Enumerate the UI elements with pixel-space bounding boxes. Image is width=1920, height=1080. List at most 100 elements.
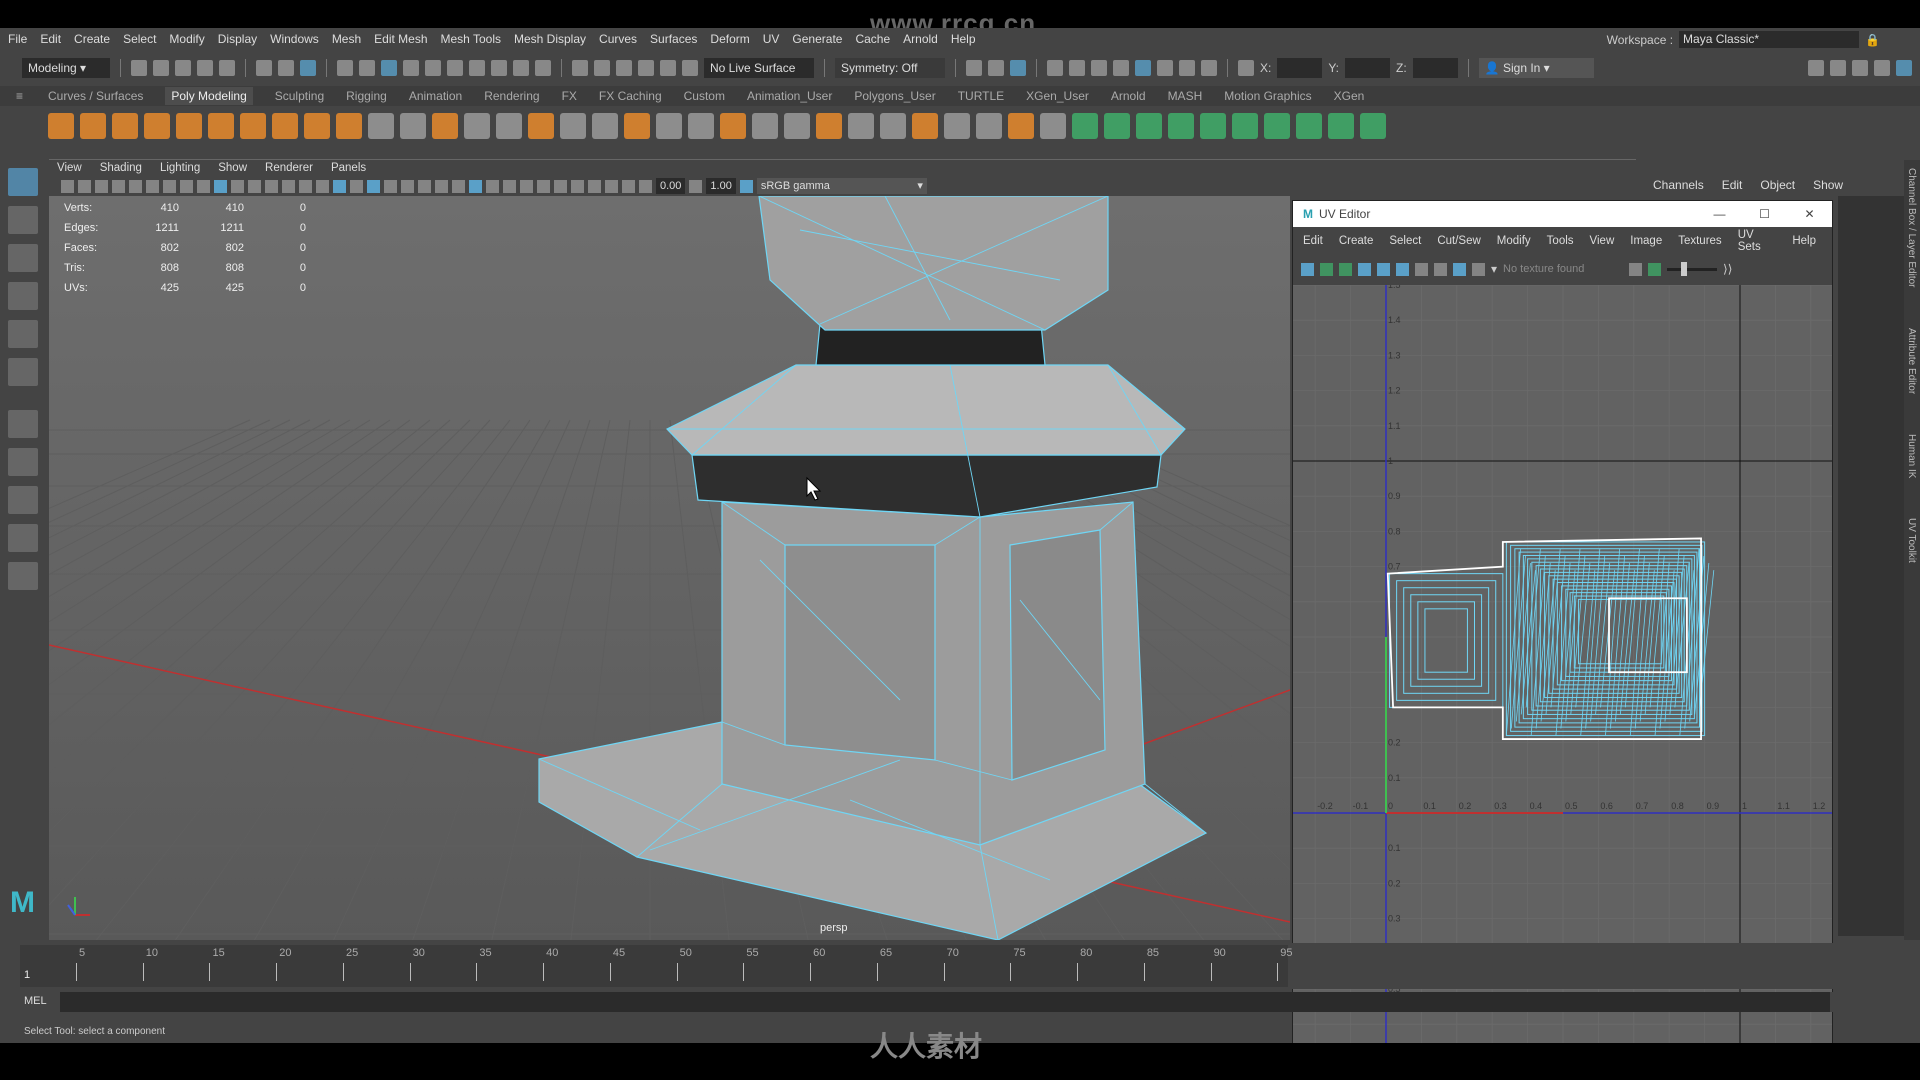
pause-icon[interactable] (1201, 60, 1217, 76)
exposure-icon[interactable] (639, 179, 652, 193)
side-tab[interactable]: Channel Box / Layer Editor (1906, 168, 1917, 288)
uv-menu-uv-sets[interactable]: UV Sets (1738, 229, 1777, 253)
modeling-toolkit-icon[interactable] (1808, 60, 1824, 76)
shelf-tool-icon[interactable] (688, 113, 714, 139)
shelf-tab[interactable]: Motion Graphics (1224, 89, 1311, 103)
gamma-field[interactable]: 1.00 (706, 178, 736, 194)
shelf-tool-icon[interactable] (1168, 113, 1194, 139)
highlight-selection-icon[interactable] (535, 60, 551, 76)
viewport-tool-icon[interactable] (248, 179, 261, 193)
snap-live-icon[interactable] (682, 60, 698, 76)
menu-edit[interactable]: Edit (40, 32, 61, 46)
shelf-tab[interactable]: XGen (1334, 89, 1365, 103)
paint-select-icon[interactable] (7, 244, 38, 272)
pedestal-cap[interactable] (666, 364, 1186, 456)
menu-mesh-display[interactable]: Mesh Display (514, 32, 586, 46)
vertex-mask-icon[interactable] (337, 60, 353, 76)
viewport-tool-icon[interactable] (367, 179, 380, 193)
viewport-tool-icon[interactable] (401, 179, 414, 193)
time-slider-track[interactable]: 1 5 10 15 20 25 30 35 40 45 50 55 60 65 70 75 80 85 90 95 (20, 945, 1293, 987)
y-field[interactable] (1345, 58, 1391, 78)
shelf-tool-icon[interactable] (1296, 113, 1322, 139)
viewport-tool-icon[interactable] (282, 179, 295, 193)
viewport-tool-icon[interactable] (537, 179, 550, 193)
viewport-tool-icon[interactable] (588, 179, 601, 193)
viewport-menu-shading[interactable]: Shading (100, 162, 142, 174)
uv-menu-modify[interactable]: Modify (1497, 235, 1531, 247)
shelf-tool-icon[interactable] (1008, 113, 1034, 139)
uv-editor-titlebar[interactable]: M UV Editor — ☐ ✕ (1293, 201, 1832, 227)
shelf-tool-icon[interactable] (1232, 113, 1258, 139)
viewport-tool-icon[interactable] (61, 179, 74, 193)
shelf-tool-icon[interactable] (464, 113, 490, 139)
workspace-dropdown[interactable]: Maya Classic* (1679, 31, 1860, 48)
shelf-menu-icon[interactable]: ≡ (16, 89, 23, 103)
uv-menu-image[interactable]: Image (1630, 235, 1662, 247)
menu-generate[interactable]: Generate (792, 32, 842, 46)
side-tab[interactable]: UV Toolkit (1906, 518, 1917, 563)
viewport-tool-icon[interactable] (605, 179, 618, 193)
uv-menu-select[interactable]: Select (1389, 235, 1421, 247)
uv-menu-cut-sew[interactable]: Cut/Sew (1437, 235, 1480, 247)
uv-shell-wire[interactable] (1531, 561, 1690, 711)
shelf-tab[interactable]: MASH (1168, 89, 1203, 103)
select-component-icon[interactable] (300, 60, 316, 76)
menu-display[interactable]: Display (218, 32, 257, 46)
menu-uv[interactable]: UV (763, 32, 780, 46)
viewport-tool-icon[interactable] (435, 179, 448, 193)
close-icon[interactable]: ✕ (1787, 207, 1832, 221)
outliner-layout-icon[interactable] (7, 562, 38, 590)
viewport-tool-icon[interactable] (384, 179, 397, 193)
render-settings-icon[interactable] (1113, 60, 1129, 76)
save-scene-icon[interactable] (175, 60, 191, 76)
channel-menu-edit[interactable]: Edit (1722, 178, 1743, 192)
menu-modify[interactable]: Modify (169, 32, 204, 46)
shelf-tool-icon[interactable] (1040, 113, 1066, 139)
select-tool-icon[interactable] (7, 168, 38, 196)
select-object-icon[interactable] (278, 60, 294, 76)
undo-icon[interactable] (197, 60, 213, 76)
menu-deform[interactable]: Deform (710, 32, 749, 46)
shelf-tool-icon[interactable] (80, 113, 106, 139)
shelf-tool-icon[interactable] (1136, 113, 1162, 139)
shelf-tool-icon[interactable] (144, 113, 170, 139)
menu-arnold[interactable]: Arnold (903, 32, 938, 46)
plus-icon[interactable] (469, 60, 485, 76)
channel-box-toggle-icon[interactable] (1896, 60, 1912, 76)
viewport-tool-icon[interactable] (299, 179, 312, 193)
viewport-tool-icon[interactable] (78, 179, 91, 193)
uv-shell-wire[interactable] (1510, 544, 1703, 732)
shelf-tab[interactable]: Arnold (1111, 89, 1146, 103)
viewport-tool-icon[interactable] (520, 179, 533, 193)
construction-history-icon[interactable] (1010, 60, 1026, 76)
snap-view-icon[interactable] (638, 60, 654, 76)
tool-settings-icon[interactable] (1874, 60, 1890, 76)
minimize-icon[interactable]: — (1697, 207, 1742, 221)
viewport-tool-icon[interactable] (486, 179, 499, 193)
shelf-tool-icon[interactable] (560, 113, 586, 139)
shelf-tool-icon[interactable] (656, 113, 682, 139)
viewport-tool-icon[interactable] (316, 179, 329, 193)
shelf-tab[interactable]: Custom (684, 89, 725, 103)
shelf-tab[interactable]: Poly Modeling (165, 87, 253, 105)
render-frame-icon[interactable] (1069, 60, 1085, 76)
ipr-render-icon[interactable] (1091, 60, 1107, 76)
redo-icon[interactable] (219, 60, 235, 76)
output-ops-icon[interactable] (988, 60, 1004, 76)
frame-icon[interactable] (1377, 262, 1390, 276)
shelf-tool-icon[interactable] (368, 113, 394, 139)
uv-shell-wire[interactable] (1396, 580, 1497, 701)
shelf-tab[interactable]: FX Caching (599, 89, 662, 103)
viewport-tool-icon[interactable] (418, 179, 431, 193)
shelf-tool-icon[interactable] (432, 113, 458, 139)
uv-grid-icon[interactable] (1396, 262, 1409, 276)
shelf-tab[interactable]: Animation (409, 89, 462, 103)
shelf-tool-icon[interactable] (816, 113, 842, 139)
uv-shell-wire[interactable] (1403, 587, 1490, 694)
viewport-tool-icon[interactable] (129, 179, 142, 193)
open-scene-icon[interactable] (153, 60, 169, 76)
last-tool-icon[interactable] (7, 410, 38, 438)
shelf-tool-icon[interactable] (272, 113, 298, 139)
shelf-tool-icon[interactable] (1264, 113, 1290, 139)
image-display-icon[interactable] (1453, 262, 1466, 276)
